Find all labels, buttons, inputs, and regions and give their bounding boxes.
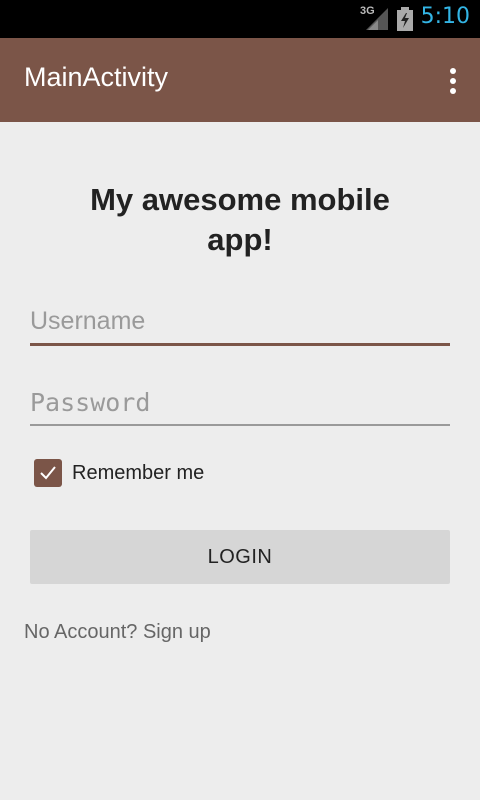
username-input[interactable] (30, 300, 450, 343)
clock: 5:10 (420, 4, 470, 29)
overflow-menu-icon[interactable] (436, 60, 470, 102)
login-button[interactable]: LOGIN (30, 530, 450, 584)
remember-me-label: Remember me (72, 462, 205, 484)
menu-dot (450, 78, 456, 84)
action-bar: MainActivity (0, 38, 480, 122)
check-icon (40, 466, 56, 480)
password-input[interactable] (30, 380, 450, 424)
signup-link[interactable]: No Account? Sign up (24, 621, 211, 644)
battery-charging-icon (397, 7, 413, 31)
app-title: MainActivity (24, 62, 169, 92)
menu-dot (450, 68, 456, 74)
username-field[interactable] (30, 300, 450, 346)
remember-me-checkbox[interactable] (34, 459, 62, 487)
status-bar: 3G 5:10 (0, 0, 480, 38)
page-title: My awesome mobile app! (90, 182, 390, 257)
menu-dot (450, 88, 456, 94)
signal-icon (366, 8, 388, 30)
password-field[interactable] (30, 380, 450, 426)
